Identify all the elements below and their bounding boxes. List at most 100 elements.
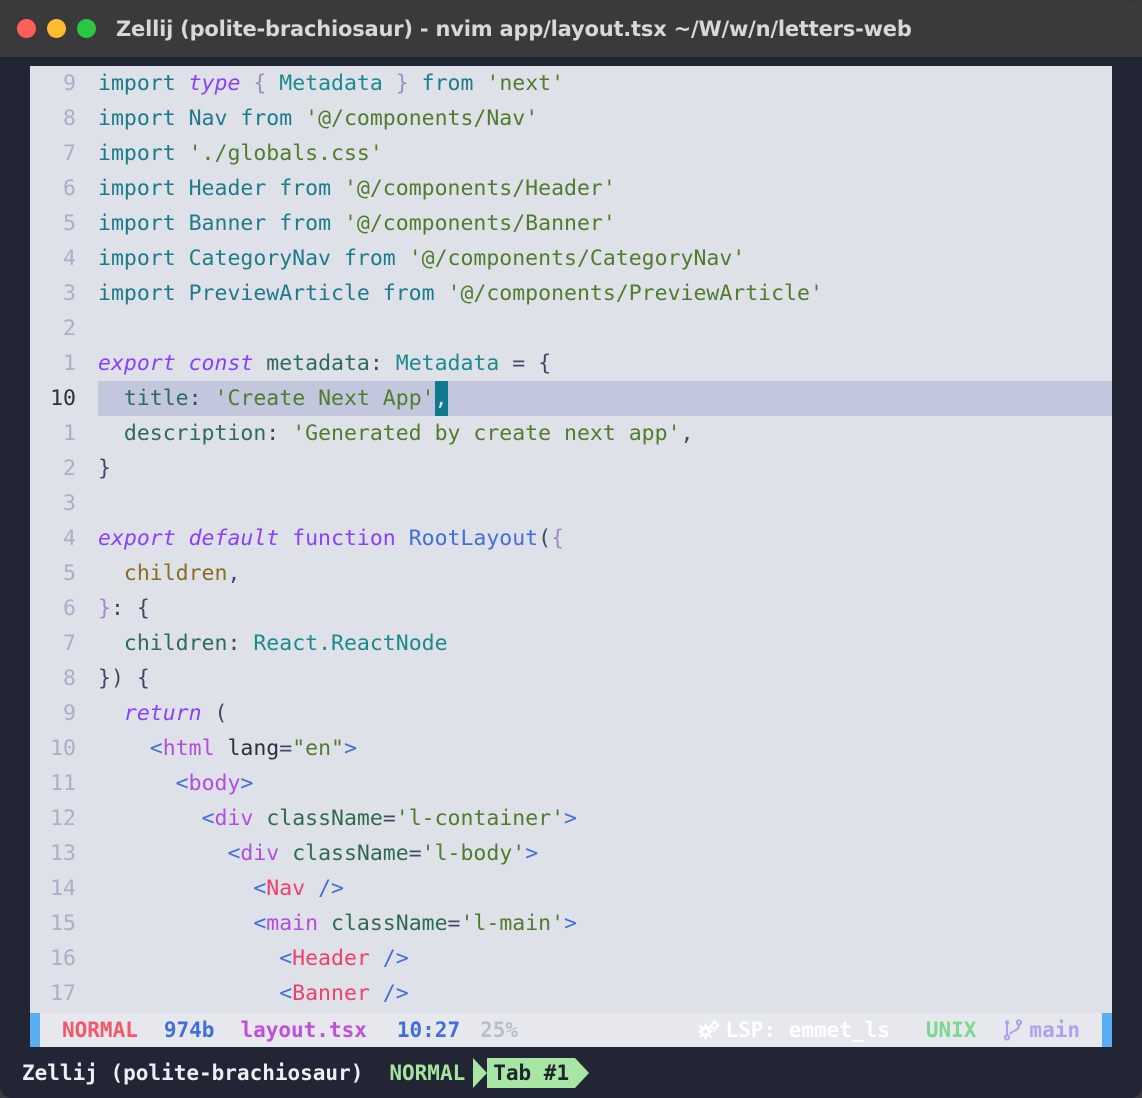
token: : [370,351,383,376]
token: : [189,386,202,411]
token: html [163,736,215,761]
token [98,876,253,901]
code-line[interactable]: 17 <Banner /> [30,976,1112,1011]
code-text: import type { Metadata } from 'next' [98,66,1112,101]
token [292,106,305,131]
line-number: 6 [30,171,98,206]
line-number: 7 [30,136,98,171]
code-line[interactable]: 14 <Nav /> [30,871,1112,906]
code-line[interactable]: 9 return ( [30,696,1112,731]
token [98,701,124,726]
token: from [383,281,435,306]
line-number: 12 [30,801,98,836]
token: description [124,421,266,446]
status-git-branch: main [1002,1018,1080,1042]
token: from [279,176,331,201]
status-cursor-position: 10:27 [397,1018,460,1042]
token: > [564,806,577,831]
token: ( [215,701,228,726]
code-text: }: { [98,591,1112,626]
line-number: 4 [30,241,98,276]
code-line[interactable]: 2 [30,311,1112,346]
token: { [551,526,564,551]
code-line[interactable]: 8import Nav from '@/components/Nav' [30,101,1112,136]
line-number: 7 [30,626,98,661]
minimize-button[interactable] [47,19,66,38]
code-line[interactable]: 7import './globals.css' [30,136,1112,171]
token: ( [538,526,551,551]
token: /> [383,946,409,971]
token: className [292,841,409,866]
zellij-session-name: Zellij (polite-brachiosaur) [22,1061,363,1085]
code-line[interactable]: 13 <div className='l-body'> [30,836,1112,871]
code-line[interactable]: 4import CategoryNav from '@/components/C… [30,241,1112,276]
zellij-mode-indicator: NORMAL [389,1061,465,1085]
token [499,351,512,376]
code-text: } [98,451,1112,486]
line-number: 11 [30,766,98,801]
code-line[interactable]: 5 children, [30,556,1112,591]
token: } [98,456,111,481]
token: import [98,71,189,96]
code-line[interactable]: 5import Banner from '@/components/Banner… [30,206,1112,241]
window-title: Zellij (polite-brachiosaur) - nvim app/l… [116,17,912,41]
token: < [202,806,215,831]
token: 'Create Next App' [215,386,435,411]
code-text: import Banner from '@/components/Banner' [98,206,1112,241]
token [227,106,240,131]
token [240,71,253,96]
code-text: <body> [98,766,1112,801]
code-line[interactable]: 2} [30,451,1112,486]
code-line[interactable]: 15 <main className='l-main'> [30,906,1112,941]
code-line[interactable]: 6}: { [30,591,1112,626]
status-fileformat: UNIX [926,1018,977,1042]
nvim-editor-buffer[interactable]: 9import type { Metadata } from 'next'8im… [30,66,1112,1013]
token [240,631,253,656]
token: export default [98,526,279,551]
token [266,176,279,201]
code-text: <Header /> [98,941,1112,976]
zellij-tab-label: Tab #1 [487,1058,575,1088]
token [396,526,409,551]
zellij-tab-1[interactable]: Tab #1 [473,1058,589,1088]
token: : [111,596,124,621]
close-button[interactable] [17,19,36,38]
code-line-cursor[interactable]: 10 title: 'Create Next App', [30,381,1112,416]
code-line[interactable]: 16 <Header /> [30,941,1112,976]
status-scroll-percent: 25% [480,1018,518,1042]
code-line[interactable]: 1export const metadata: Metadata = { [30,346,1112,381]
code-line[interactable]: 8}) { [30,661,1112,696]
token: < [253,911,266,936]
code-line[interactable]: 11 <body> [30,766,1112,801]
token: 'l-container' [396,806,564,831]
code-line[interactable]: 12 <div className='l-container'> [30,801,1112,836]
status-filesize: 974b [164,1018,215,1042]
code-line[interactable]: 1 description: 'Generated by create next… [30,416,1112,451]
line-number: 3 [30,276,98,311]
token: lang [227,736,279,761]
code-line[interactable]: 9import type { Metadata } from 'next' [30,66,1112,101]
token: , [681,421,694,446]
maximize-button[interactable] [77,19,96,38]
token: > [344,736,357,761]
code-text: <div className='l-body'> [98,836,1112,871]
nvim-statusline: NORMAL 974b layout.tsx 10:27 25% [30,1013,1112,1047]
token: metadata [266,351,370,376]
token: = [279,736,292,761]
token: Banner [292,981,370,1006]
code-line[interactable]: 3 [30,486,1112,521]
code-line[interactable]: 10 <html lang="en"> [30,731,1112,766]
code-line[interactable]: 7 children: React.ReactNode [30,626,1112,661]
code-line[interactable]: 6import Header from '@/components/Header… [30,171,1112,206]
code-line[interactable]: 4export default function RootLayout({ [30,521,1112,556]
window-controls [17,19,96,38]
token [409,71,422,96]
code-text: <div className='l-container'> [98,801,1112,836]
code-text: import './globals.css' [98,136,1112,171]
code-text: <main className='l-main'> [98,906,1112,941]
token: from [422,71,474,96]
token: : [227,631,240,656]
code-line[interactable]: 3import PreviewArticle from '@/component… [30,276,1112,311]
token: main [266,911,318,936]
token: = [383,806,396,831]
